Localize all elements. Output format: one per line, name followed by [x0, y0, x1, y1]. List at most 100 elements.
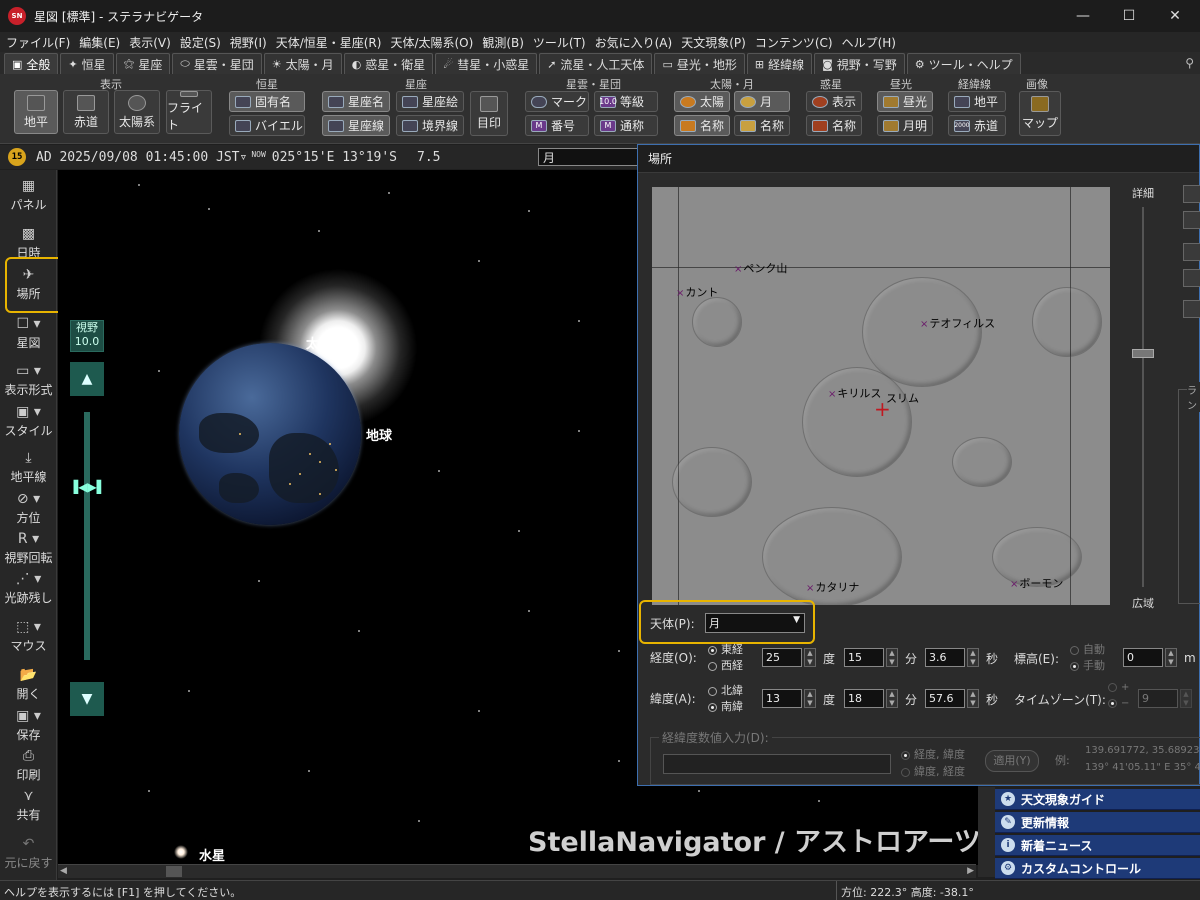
- flight-view-button[interactable]: フライト: [166, 90, 212, 134]
- print-button[interactable]: ⎙ 印刷: [0, 748, 57, 783]
- close-button[interactable]: ✕: [1152, 0, 1198, 32]
- menu-edit[interactable]: 編集(E): [79, 34, 120, 51]
- lat-minute-spinner[interactable]: ▲ ▼: [886, 689, 898, 708]
- elevation-input[interactable]: 0: [1123, 648, 1163, 667]
- object-select[interactable]: 月: [538, 148, 638, 166]
- horizon-line-button[interactable]: ⤓ 地平線: [0, 450, 57, 485]
- marker-button[interactable]: 目印: [470, 91, 508, 136]
- sun-name-toggle[interactable]: 名称: [674, 115, 730, 136]
- undo-button[interactable]: ↶ 元に戻す: [0, 836, 57, 871]
- east-radio[interactable]: 東経: [708, 641, 743, 657]
- menu-help[interactable]: ヘルプ(H): [842, 34, 896, 51]
- daylight-toggle[interactable]: 昼光: [877, 91, 933, 112]
- astro-event-guide-link[interactable]: ★ 天文現象ガイド: [995, 789, 1200, 810]
- west-radio[interactable]: 西経: [708, 657, 743, 673]
- timezone-input[interactable]: 9: [1138, 689, 1178, 708]
- horizon-view-button[interactable]: 地平: [14, 90, 58, 134]
- lon-second-spinner[interactable]: ▲ ▼: [967, 648, 979, 667]
- speed-badge[interactable]: 15: [8, 148, 26, 166]
- datetime-button[interactable]: ▩ 日時: [0, 226, 57, 261]
- fov-indicator[interactable]: 視野 10.0: [70, 320, 104, 352]
- constellation-art-toggle[interactable]: 星座絵: [396, 91, 464, 112]
- tab-sun-moon[interactable]: ☀ 太陽・月: [263, 53, 342, 74]
- lon-minute-input[interactable]: 15: [844, 648, 884, 667]
- lat-degree-spinner[interactable]: ▲ ▼: [804, 689, 816, 708]
- direction-button[interactable]: ⊘ ▾ 方位: [0, 491, 57, 526]
- detail-zoom-slider[interactable]: 詳細 広域: [1128, 185, 1168, 615]
- sun-toggle[interactable]: 太陽: [674, 91, 730, 112]
- constellation-line-toggle[interactable]: 星座線: [322, 115, 390, 136]
- news-link[interactable]: i 新着ニュース: [995, 835, 1200, 856]
- tab-daylight[interactable]: ▭ 昼光・地形: [654, 53, 745, 74]
- elevation-auto-radio[interactable]: 自動: [1070, 641, 1105, 657]
- tab-gridlines[interactable]: ⊞ 経緯線: [746, 53, 813, 74]
- menu-field-of-view[interactable]: 視野(I): [230, 34, 267, 51]
- view-rotation-button[interactable]: R ▾ 視野回転: [0, 531, 57, 566]
- lon-second-input[interactable]: 3.6: [925, 648, 965, 667]
- dialog-side-button[interactable]: [1183, 243, 1200, 261]
- map-button[interactable]: マップ: [1019, 91, 1061, 136]
- zoom-slider-handle[interactable]: ▐◀▶▌: [69, 480, 106, 496]
- trail-button[interactable]: ⋰ ▾ 光跡残し: [0, 571, 57, 606]
- moon-toggle[interactable]: 月: [734, 91, 790, 112]
- update-info-link[interactable]: ✎ 更新情報: [995, 812, 1200, 833]
- slider-thumb[interactable]: [1132, 349, 1154, 358]
- horizontal-scrollbar[interactable]: ◀ ▶: [58, 864, 976, 878]
- equatorial-grid-toggle[interactable]: 2000 赤道: [948, 115, 1006, 136]
- datetime-display[interactable]: AD 2025/09/08 01:45:00 JST▿: [36, 150, 247, 165]
- lat-minute-input[interactable]: 18: [844, 689, 884, 708]
- elevation-spinner[interactable]: ▲ ▼: [1165, 648, 1177, 667]
- custom-control-link[interactable]: ⚙ カスタムコントロール: [995, 858, 1200, 879]
- lat-second-input[interactable]: 57.6: [925, 689, 965, 708]
- numeric-coords-input[interactable]: [663, 754, 891, 774]
- north-radio[interactable]: 北緯: [708, 682, 743, 698]
- boundary-toggle[interactable]: 境界線: [396, 115, 464, 136]
- menu-contents[interactable]: コンテンツ(C): [755, 34, 833, 51]
- timezone-minus-radio[interactable]: −: [1108, 698, 1129, 709]
- scroll-right-icon[interactable]: ▶: [967, 866, 974, 876]
- menu-settings[interactable]: 設定(S): [180, 34, 221, 51]
- right-scrollbar[interactable]: [978, 787, 995, 877]
- planet-name-toggle[interactable]: 名称: [806, 115, 862, 136]
- lon-minute-spinner[interactable]: ▲ ▼: [886, 648, 898, 667]
- dialog-side-button[interactable]: [1183, 185, 1200, 203]
- maximize-button[interactable]: ☐: [1106, 0, 1152, 32]
- tab-planets[interactable]: ◐ 惑星・衛星: [343, 53, 434, 74]
- now-clock-icon[interactable]: NOW: [251, 150, 265, 159]
- open-button[interactable]: 📂 開く: [0, 667, 57, 702]
- menu-file[interactable]: ファイル(F): [6, 34, 70, 51]
- minimize-button[interactable]: —: [1060, 0, 1106, 32]
- tab-nebulae[interactable]: ⬭ 星雲・星団: [172, 53, 262, 74]
- tab-comets[interactable]: ☄ 彗星・小惑星: [435, 53, 538, 74]
- chart-button[interactable]: ☐ ▾ 星図: [0, 316, 57, 351]
- elevation-manual-radio[interactable]: 手動: [1070, 657, 1105, 673]
- zoom-out-button[interactable]: ▼: [70, 682, 104, 716]
- menu-tools[interactable]: ツール(T): [533, 34, 586, 51]
- menu-solar-system[interactable]: 天体/太陽系(O): [390, 34, 473, 51]
- save-button[interactable]: ▣ ▾ 保存: [0, 708, 57, 743]
- lon-degree-spinner[interactable]: ▲ ▼: [804, 648, 816, 667]
- moon-surface-map[interactable]: ×ペンク山 ×カント ×テオフィルス ×キリルス スリム ×カタリナ ×ボーモン…: [652, 187, 1110, 605]
- scroll-left-icon[interactable]: ◀: [60, 866, 67, 876]
- timezone-spinner[interactable]: ▲ ▼: [1180, 689, 1192, 708]
- zoom-slider-track[interactable]: [84, 412, 90, 660]
- menu-favorites[interactable]: お気に入り(A): [595, 34, 673, 51]
- nebula-common-name-toggle[interactable]: M 通称: [594, 115, 658, 136]
- lon-degree-input[interactable]: 25: [762, 648, 802, 667]
- menu-view[interactable]: 表示(V): [129, 34, 171, 51]
- location-coords[interactable]: 025°15'E 13°19'S: [272, 150, 397, 165]
- share-button[interactable]: ⋎ 共有: [0, 788, 57, 823]
- planet-display-toggle[interactable]: 表示: [806, 91, 862, 112]
- display-format-button[interactable]: ▭ ▾ 表示形式: [0, 363, 57, 398]
- dialog-side-button[interactable]: [1183, 300, 1200, 318]
- nebula-mark-toggle[interactable]: マーク: [525, 91, 589, 112]
- bayer-toggle[interactable]: バイエル: [229, 115, 305, 136]
- constellation-name-toggle[interactable]: 星座名: [322, 91, 390, 112]
- style-button[interactable]: ▣ ▾ スタイル: [0, 404, 57, 439]
- south-radio[interactable]: 南緯: [708, 698, 743, 714]
- proper-name-toggle[interactable]: 固有名: [229, 91, 305, 112]
- apply-button[interactable]: 適用(Y): [985, 750, 1039, 772]
- body-select[interactable]: 月 ▼: [705, 613, 805, 633]
- earth-globe[interactable]: [179, 343, 361, 525]
- dialog-side-button[interactable]: [1183, 269, 1200, 287]
